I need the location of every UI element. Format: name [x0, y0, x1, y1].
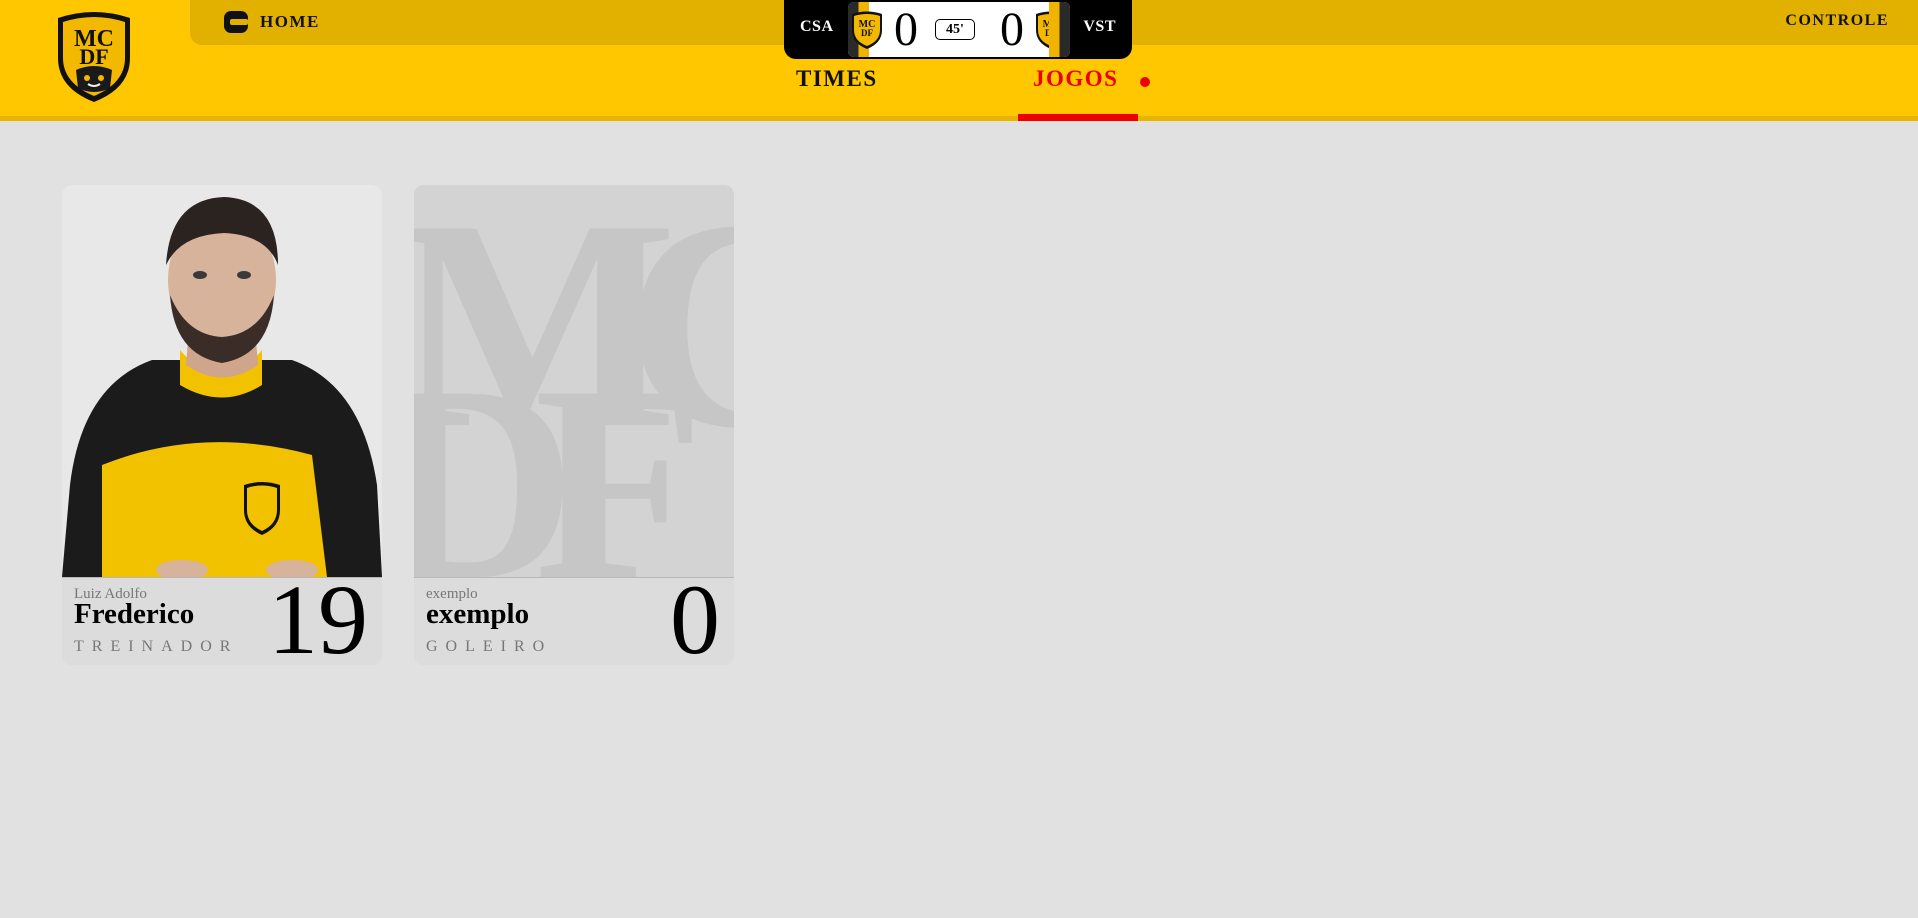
club-crest-logo[interactable]: MC DF	[52, 8, 136, 104]
player-card[interactable]: M C D F exemplo exemplo GOLEIRO 0	[414, 185, 734, 665]
away-score: 0	[1000, 3, 1024, 56]
player-number: 0	[670, 564, 720, 666]
helmet-icon	[224, 11, 248, 33]
active-tab-underline	[1018, 114, 1138, 121]
player-last-name: exemplo	[426, 598, 530, 630]
club-monogram-watermark: M C D F	[414, 185, 734, 577]
away-team-stripe	[1049, 2, 1070, 57]
tab-times[interactable]: TIMES	[796, 66, 878, 92]
player-info: exemplo exemplo GOLEIRO 0	[414, 570, 734, 665]
player-role: TREINADOR	[74, 638, 239, 655]
home-score: 0	[894, 3, 918, 56]
header-border	[0, 116, 1918, 121]
match-clock: 45'	[935, 19, 975, 40]
home-team-crest-icon: MC DF	[852, 11, 882, 49]
svg-text:DF: DF	[861, 28, 873, 38]
player-number: 19	[268, 564, 368, 666]
svg-text:F: F	[534, 327, 705, 577]
away-team-abbr: VST	[1083, 18, 1116, 35]
home-label: HOME	[260, 12, 320, 31]
player-info: Luiz Adolfo Frederico TREINADOR 19	[62, 570, 382, 665]
home-team-abbr: CSA	[800, 18, 834, 35]
score-panel: MC DF 0 45' 0 MC DF	[848, 2, 1070, 57]
scoreboard[interactable]: CSA MC DF 0 45' 0 MC DF VST	[784, 0, 1132, 59]
player-photo-placeholder: M C D F	[414, 185, 734, 577]
player-last-name: Frederico	[74, 598, 195, 630]
player-role: GOLEIRO	[426, 638, 553, 655]
player-photo	[62, 185, 382, 577]
live-indicator-dot	[1140, 77, 1150, 87]
player-card[interactable]: Luiz Adolfo Frederico TREINADOR 19	[62, 185, 382, 665]
player-portrait-image	[62, 185, 382, 577]
controle-link[interactable]: CONTROLE	[1785, 12, 1889, 30]
tab-jogos[interactable]: JOGOS	[1033, 66, 1118, 92]
svg-text:DF: DF	[79, 44, 108, 69]
home-link[interactable]: HOME	[222, 6, 320, 38]
